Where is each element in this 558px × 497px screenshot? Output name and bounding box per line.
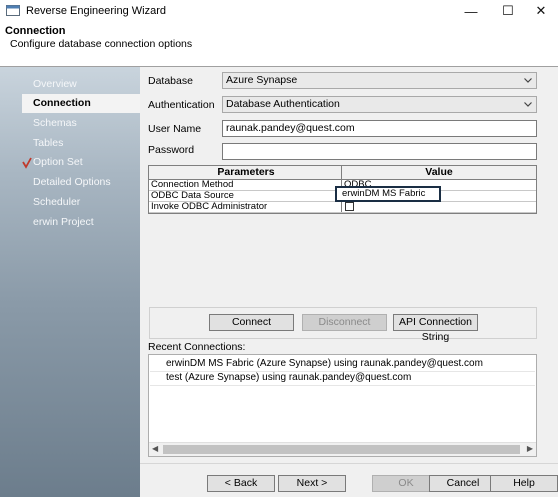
footer-divider (140, 463, 558, 464)
sidebar-item-option-set[interactable]: Option Set (22, 153, 140, 172)
param-value-cell[interactable]: erwinDM MS Fabric (335, 186, 536, 202)
sidebar-item-label: erwin Project (33, 216, 94, 228)
app-window-icon (6, 5, 20, 16)
connect-button[interactable]: Connect (209, 314, 294, 331)
sidebar-item-label: Detailed Options (33, 176, 111, 188)
param-name: ODBC Data Source (149, 191, 342, 201)
param-name: Connection Method (149, 180, 342, 190)
sidebar-item-tables[interactable]: Tables (22, 134, 140, 153)
list-item[interactable]: erwinDM MS Fabric (Azure Synapse) using … (166, 357, 526, 371)
sidebar-item-detailed-options[interactable]: Detailed Options (22, 173, 140, 192)
connection-button-bar: Connect Disconnect API Connection String (149, 307, 537, 343)
invoke-odbc-checkbox[interactable] (345, 202, 354, 211)
chevron-down-icon (524, 78, 532, 83)
sidebar-item-overview[interactable]: Overview (22, 75, 140, 94)
minimize-button[interactable]: — (454, 0, 488, 22)
list-item[interactable]: test (Azure Synapse) using raunak.pandey… (166, 371, 526, 385)
wizard-sidebar: Overview Connection Schemas Tables Optio… (0, 67, 140, 497)
sidebar-item-label: Option Set (33, 156, 83, 168)
grid-header-parameters: Parameters (149, 166, 342, 179)
authentication-label: Authentication (148, 99, 215, 111)
disconnect-button[interactable]: Disconnect (302, 314, 387, 331)
sidebar-item-label: Connection (33, 97, 91, 109)
param-name: Invoke ODBC Administrator (149, 202, 342, 212)
user-name-label: User Name (148, 123, 202, 135)
title-bar: Reverse Engineering Wizard — ☐ ✕ (0, 0, 558, 22)
page-subtitle: Configure database connection options (10, 38, 193, 50)
parameters-grid: Parameters Value Connection Method ODBC … (148, 165, 537, 214)
authentication-select-value: Database Authentication (226, 98, 340, 110)
recent-connections-label: Recent Connections: (148, 341, 246, 353)
grid-header-value: Value (425, 166, 453, 178)
sidebar-item-label: Scheduler (33, 196, 81, 208)
sidebar-item-label: Tables (33, 137, 64, 149)
horizontal-scrollbar[interactable]: ◀ ▶ (149, 442, 536, 456)
close-button[interactable]: ✕ (524, 0, 558, 22)
password-label: Password (148, 144, 195, 156)
page-title: Connection (5, 25, 66, 37)
chevron-down-icon (524, 102, 532, 107)
sidebar-item-schemas[interactable]: Schemas (22, 114, 140, 133)
param-value-cell[interactable] (342, 202, 536, 212)
maximize-button[interactable]: ☐ (491, 0, 525, 22)
sidebar-item-connection[interactable]: Connection (22, 94, 140, 113)
password-input[interactable] (222, 143, 537, 160)
scroll-left-icon[interactable]: ◀ (152, 444, 158, 453)
table-row[interactable]: Invoke ODBC Administrator (149, 202, 536, 213)
list-divider (150, 385, 535, 386)
sidebar-item-label: Overview (33, 78, 77, 90)
back-button[interactable]: < Back (207, 475, 275, 492)
window-title: Reverse Engineering Wizard (26, 5, 167, 17)
recent-connections-list[interactable]: erwinDM MS Fabric (Azure Synapse) using … (148, 354, 537, 457)
sidebar-item-scheduler[interactable]: Scheduler (22, 193, 140, 212)
scroll-right-icon[interactable]: ▶ (527, 444, 533, 453)
authentication-select[interactable]: Database Authentication (222, 96, 537, 113)
grid-header-row: Parameters Value (149, 166, 536, 180)
main-panel: Database Azure Synapse Authentication Da… (140, 67, 558, 497)
api-connection-string-button[interactable]: API Connection String (393, 314, 478, 343)
scrollbar-thumb[interactable] (163, 445, 520, 454)
help-button[interactable]: Help (490, 475, 558, 492)
wizard-header: Connection Configure database connection… (0, 22, 558, 66)
sidebar-item-erwin-project[interactable]: erwin Project (22, 213, 140, 232)
next-button[interactable]: Next > (278, 475, 346, 492)
database-label: Database (148, 75, 193, 87)
user-name-input[interactable]: raunak.pandey@quest.com (222, 120, 537, 137)
database-select[interactable]: Azure Synapse (222, 72, 537, 89)
cancel-button[interactable]: Cancel (429, 475, 497, 492)
database-select-value: Azure Synapse (226, 74, 298, 86)
sidebar-item-label: Schemas (33, 117, 77, 129)
odbc-data-source-editor[interactable]: erwinDM MS Fabric (335, 186, 441, 202)
